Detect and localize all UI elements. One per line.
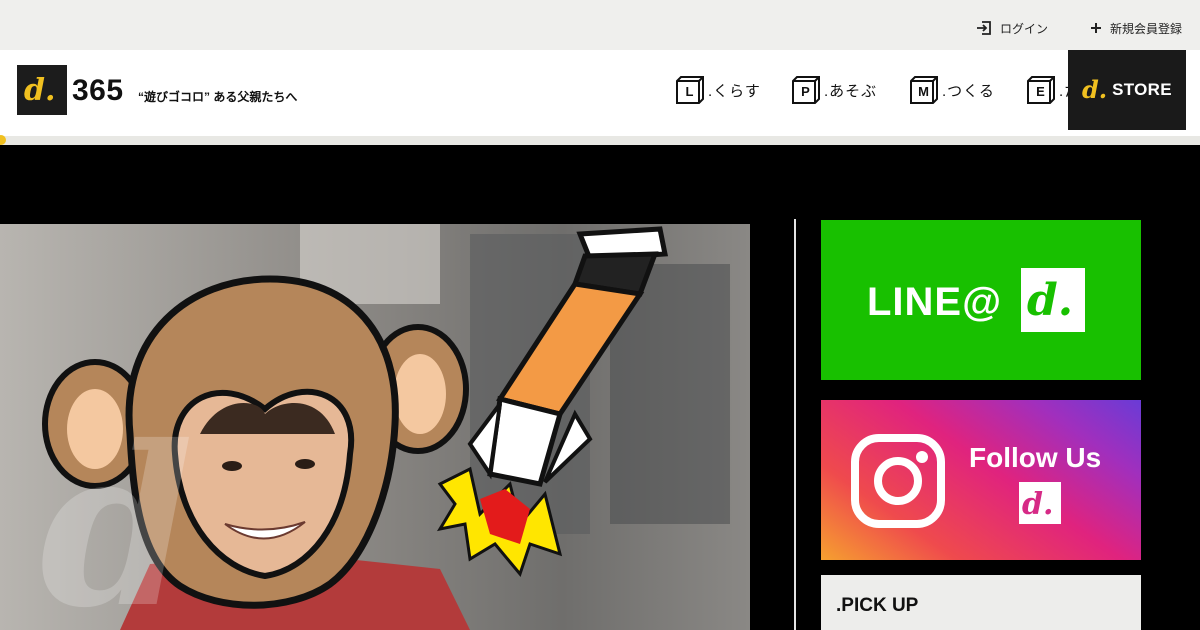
d-logo-icon: d. [1082, 77, 1107, 103]
utility-bar: ログイン 新規会員登録 [0, 0, 1200, 50]
line-banner-text: LINE@ [867, 280, 1003, 324]
site-header: d. 365 “遊びゴコロ” ある父親たちへ L .くらす P .あそぶ M .… [0, 50, 1200, 136]
instagram-icon [851, 434, 945, 528]
login-link[interactable]: ログイン [976, 18, 1048, 38]
cube-p-icon: P [791, 75, 821, 105]
cube-m-icon: M [909, 75, 939, 105]
cube-e-icon: E [1026, 75, 1056, 105]
store-label: STORE [1112, 80, 1172, 99]
cube-l-icon: L [675, 75, 705, 105]
svg-text:d.: d. [24, 74, 55, 106]
nav-item-kurasu[interactable]: L .くらす [675, 74, 761, 106]
nav-label: .くらす [708, 82, 761, 100]
login-label: ログイン [1000, 21, 1049, 36]
d-logo-icon: d. [1021, 268, 1085, 332]
follow-us-text: Follow Us [969, 442, 1102, 473]
svg-text:d: d [40, 397, 194, 630]
d-logo-icon: d. [1019, 482, 1061, 524]
nav-item-asobu[interactable]: P .あそぶ [791, 74, 877, 106]
nav-label: .あそぶ [824, 82, 878, 100]
reading-progress-bar [0, 135, 1200, 145]
hero-image[interactable]: d [0, 224, 750, 630]
svg-text:d.: d. [1022, 487, 1053, 520]
d-logo-icon: d. [24, 74, 55, 106]
site-logo[interactable]: d. [17, 65, 67, 115]
register-label: 新規会員登録 [1110, 21, 1183, 36]
site-tagline: “遊びゴコロ” ある父親たちへ [138, 90, 298, 104]
column-divider [794, 219, 796, 630]
pickup-section: .PICK UP [821, 575, 1141, 630]
login-icon [977, 21, 991, 35]
plus-icon [1091, 23, 1101, 33]
nav-item-tsukuru[interactable]: M .つくる [909, 74, 995, 106]
pickup-title: .PICK UP [836, 595, 919, 616]
register-link[interactable]: 新規会員登録 [1090, 18, 1182, 38]
line-banner[interactable]: LINE@ d. [821, 220, 1141, 380]
store-button[interactable]: d. STORE [1068, 50, 1186, 130]
instagram-banner[interactable]: Follow Us d. [821, 400, 1141, 560]
progress-indicator [0, 135, 6, 145]
nav-label: .つくる [942, 82, 995, 100]
svg-text:d.: d. [1082, 77, 1107, 103]
logo-number[interactable]: 365 [72, 74, 124, 108]
svg-text:d.: d. [1027, 275, 1073, 325]
